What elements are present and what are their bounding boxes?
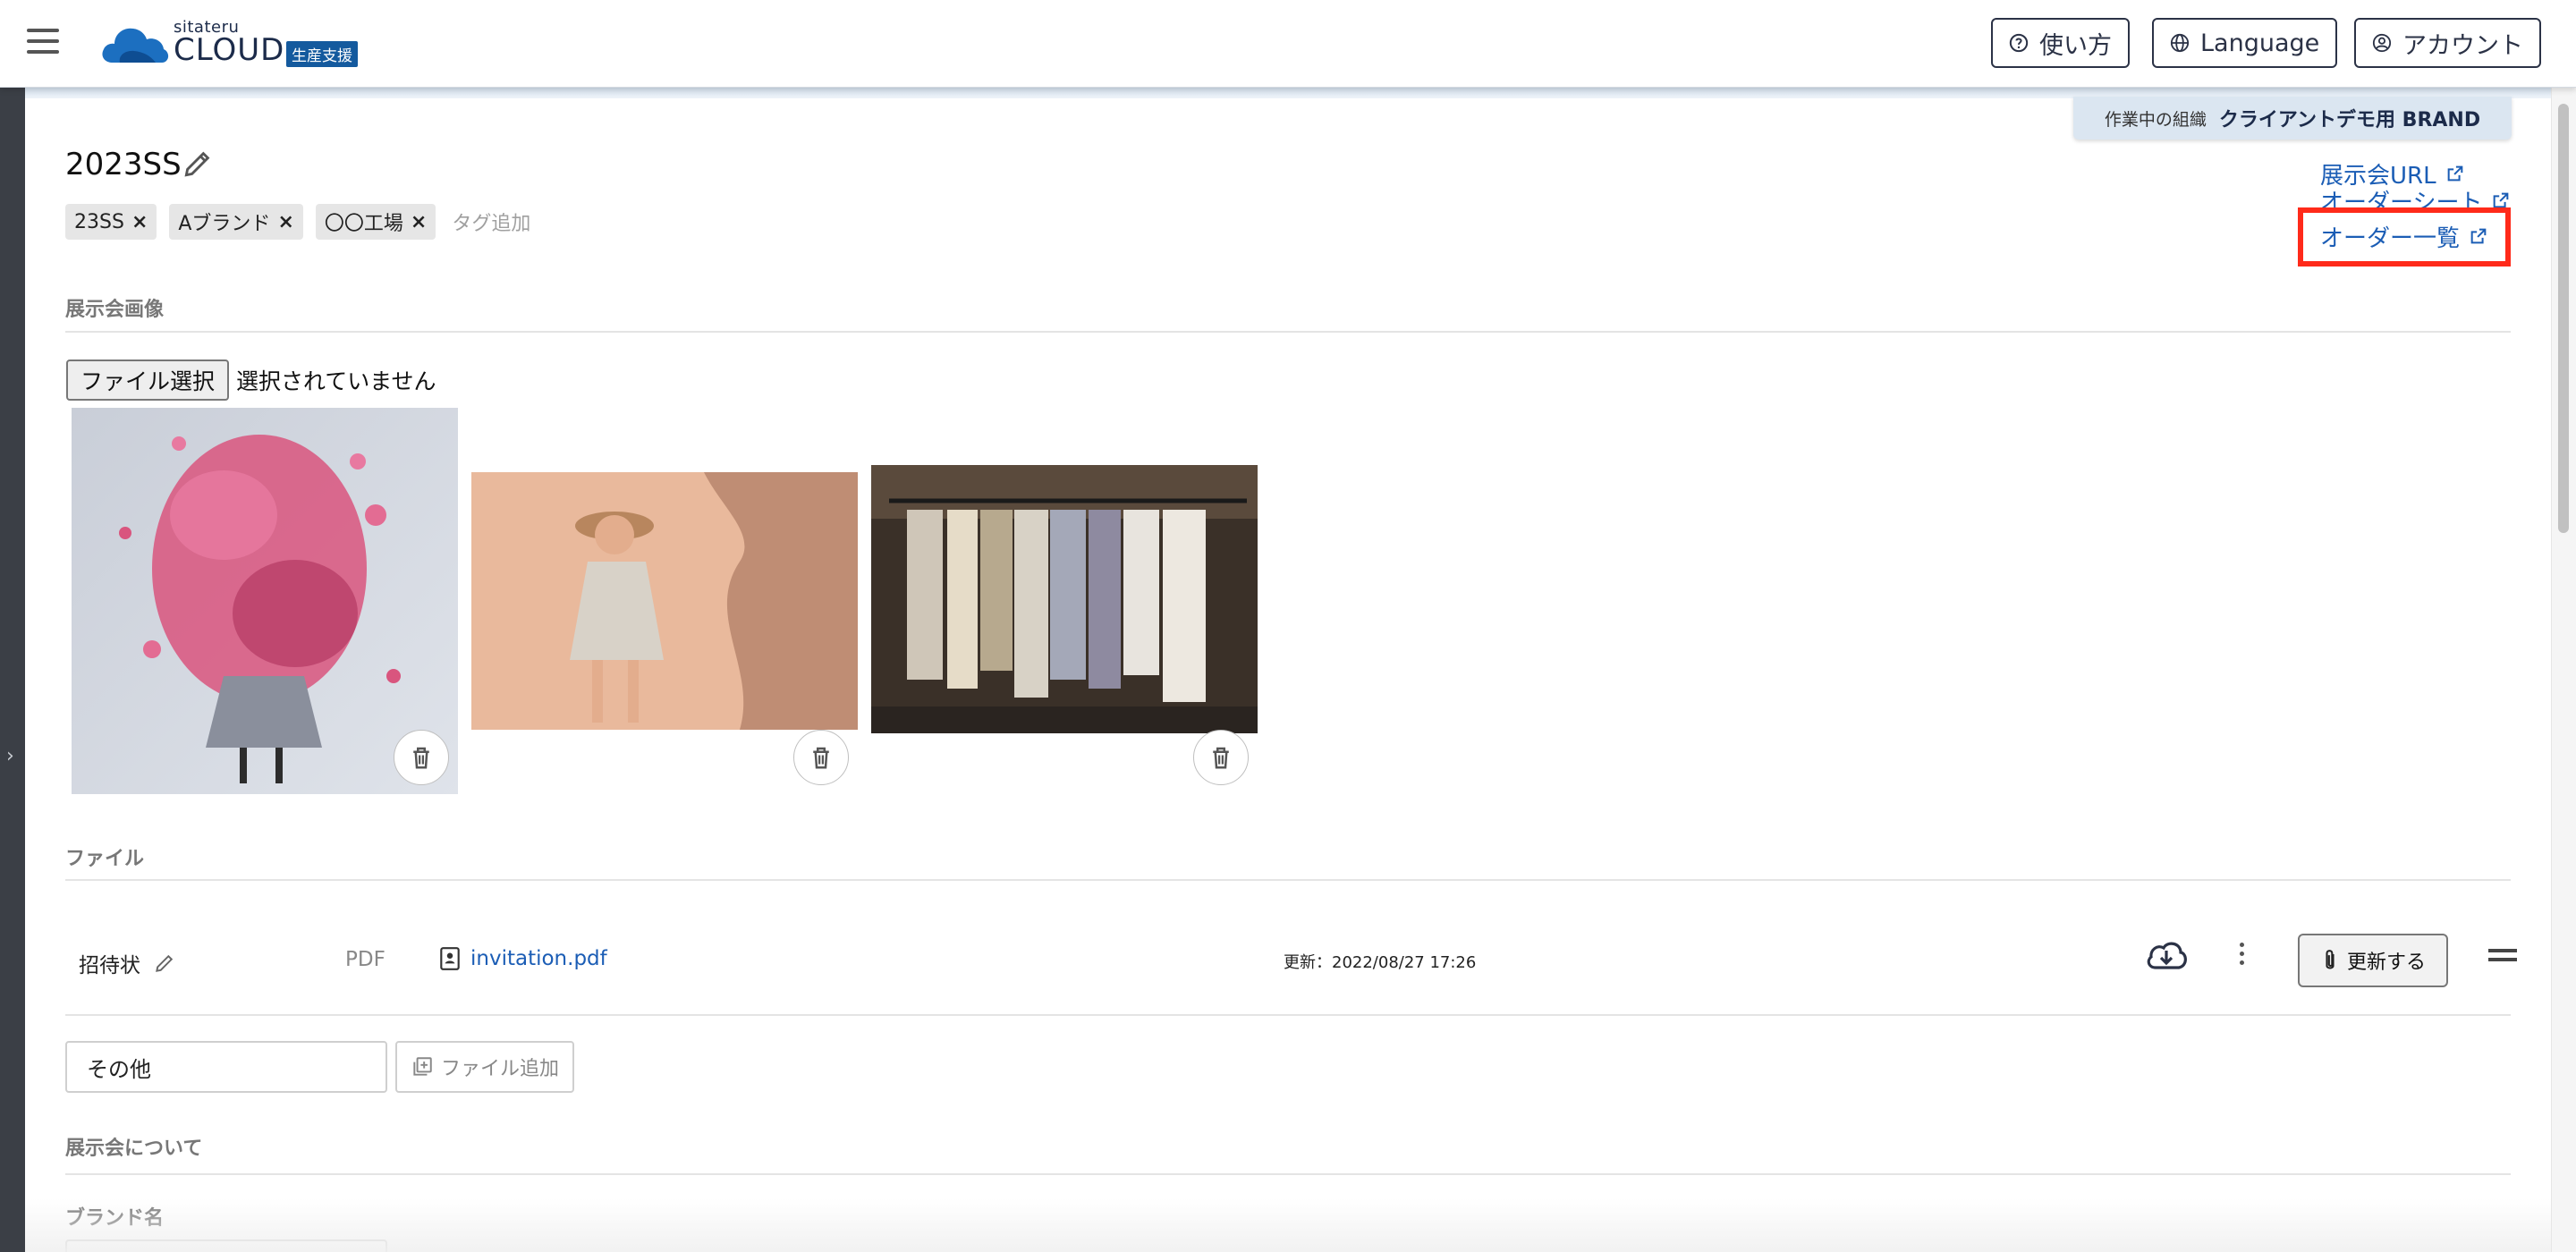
collapsed-sidebar[interactable]: › (0, 88, 25, 1252)
drag-handle-icon[interactable] (2488, 949, 2517, 963)
help-circle-icon (2009, 33, 2029, 53)
account-button[interactable]: アカウント (2354, 18, 2541, 68)
choose-file-button[interactable]: ファイル選択 (66, 360, 230, 401)
woman-dress-photo (471, 472, 858, 730)
clothes-rack-photo (871, 465, 1258, 733)
chevron-right-icon[interactable]: › (6, 745, 14, 767)
update-file-label: 更新する (2346, 952, 2426, 974)
delete-image-button[interactable] (394, 730, 449, 785)
file-status: 選択されていません (236, 368, 436, 394)
app-logo[interactable]: sitateru CLOUD 生産支援 (100, 18, 395, 72)
tag-item: Aブランド × (169, 204, 303, 240)
paperclip-icon (2326, 950, 2334, 969)
external-link-icon (2447, 165, 2462, 182)
cloud-download-icon[interactable] (2145, 937, 2188, 973)
exhibition-title: 2023SS (65, 147, 182, 182)
logo-title: CLOUD (174, 32, 285, 68)
brand-name-input[interactable] (65, 1239, 387, 1252)
files-section-label: ファイル (65, 848, 145, 870)
exhibition-image (871, 465, 1258, 794)
tag-label: Aブランド (178, 213, 271, 235)
tag-add-input[interactable]: タグ追加 (452, 207, 530, 236)
help-button-label: 使い方 (2039, 31, 2112, 60)
org-name: クライアントデモ用 BRAND (2218, 109, 2481, 131)
help-button[interactable]: 使い方 (1991, 18, 2130, 68)
close-icon[interactable]: × (411, 211, 427, 233)
file-row-name: 招待状 (79, 954, 140, 977)
about-section-label: 展示会について (65, 1138, 203, 1160)
brand-name-label: ブランド名 (65, 1207, 165, 1230)
document-person-icon (440, 947, 460, 970)
file-name: invitation.pdf (470, 947, 607, 970)
order-list-highlight (2298, 207, 2511, 266)
tag-label: 23SS (74, 210, 124, 233)
tag-list: 23SS × Aブランド × 〇〇工場 × タグ追加 (65, 204, 530, 240)
tag-item: 〇〇工場 × (315, 204, 436, 240)
org-label: 作業中の組織 (2104, 109, 2207, 130)
trash-icon (1213, 747, 1229, 769)
logo-badge: 生産支援 (286, 41, 358, 67)
add-file-icon (413, 1057, 432, 1076)
exhibition-url-label: 展示会URL (2320, 162, 2436, 190)
file-download-link[interactable]: invitation.pdf (438, 946, 607, 971)
section-divider (65, 879, 2511, 881)
image-file-chooser: ファイル選択 選択されていません (66, 360, 436, 401)
update-file-button[interactable]: 更新する (2298, 934, 2448, 987)
pencil-icon[interactable] (181, 147, 215, 181)
file-type: PDF (345, 948, 386, 971)
file-updated-at: 更新：2022/08/27 17:26 (1284, 953, 1477, 972)
user-circle-icon (2372, 33, 2392, 53)
images-section-label: 展示会画像 (65, 299, 165, 321)
trash-icon (813, 747, 829, 769)
pencil-icon[interactable] (153, 952, 176, 975)
account-button-label: アカウント (2402, 31, 2523, 60)
cloud-logo-icon (102, 28, 169, 63)
close-icon[interactable]: × (277, 211, 293, 233)
delete-image-button[interactable] (793, 730, 849, 785)
menu-icon[interactable] (27, 29, 63, 59)
delete-image-button[interactable] (1193, 730, 1249, 785)
flower-dress-photo (72, 408, 458, 794)
app-header: sitateru CLOUD 生産支援 使い方 Language アカウント (0, 0, 2576, 88)
language-button-label: Language (2200, 29, 2320, 57)
org-indicator: 作業中の組織 クライアントデモ用 BRAND (2073, 97, 2512, 140)
section-divider (65, 1173, 2511, 1175)
section-divider (65, 331, 2511, 333)
exhibition-image (72, 408, 458, 794)
globe-icon (2170, 33, 2190, 53)
row-divider (65, 1014, 2511, 1016)
trash-icon (413, 747, 429, 769)
close-icon[interactable]: × (131, 211, 148, 233)
file-row-title: 招待状 (79, 948, 176, 978)
language-button[interactable]: Language (2152, 18, 2338, 68)
scrollbar-thumb[interactable] (2558, 104, 2569, 533)
more-vertical-icon[interactable] (2233, 940, 2250, 972)
add-file-label: ファイル追加 (440, 1058, 559, 1080)
tag-item: 23SS × (65, 204, 157, 240)
tag-label: 〇〇工場 (324, 213, 403, 235)
exhibition-url-link[interactable]: 展示会URL (2320, 157, 2511, 190)
add-file-button[interactable]: ファイル追加 (395, 1041, 574, 1093)
exhibition-detail-page: 作業中の組織 クライアントデモ用 BRAND 2023SS 23SS × Aブラ… (25, 88, 2551, 1252)
exhibition-image (471, 472, 858, 794)
file-category-input[interactable]: その他 (65, 1041, 387, 1093)
